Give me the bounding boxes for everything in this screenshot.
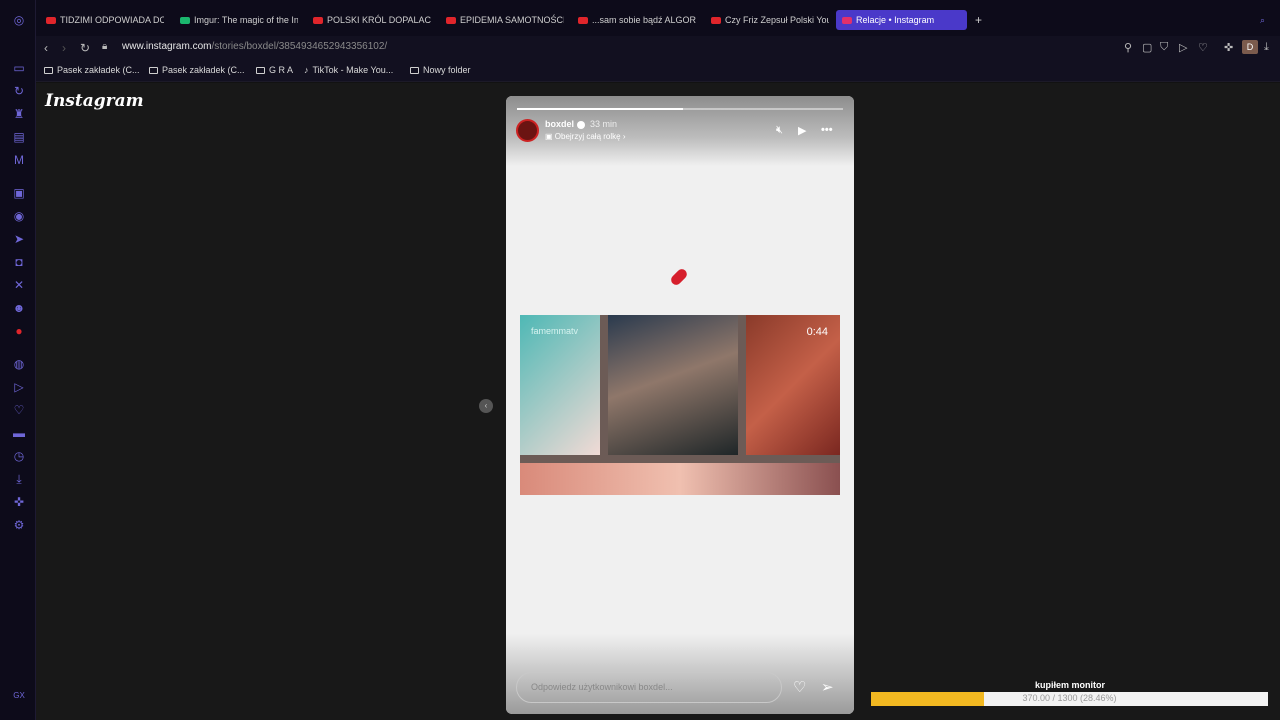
avatar[interactable] (516, 119, 539, 142)
video-duration: 0:44 (806, 326, 828, 338)
extensions-icon[interactable]: ✜ (1224, 41, 1233, 54)
story-username[interactable]: boxdel (545, 119, 586, 129)
reel-icon: ▣ (545, 132, 555, 141)
back-button[interactable]: ‹ (44, 41, 48, 55)
extensions-icon[interactable]: ✜ (12, 495, 26, 509)
app-icon[interactable]: ● (12, 324, 26, 338)
tab-2[interactable]: Imgur: The magic of the In (174, 10, 298, 30)
tab-5[interactable]: ...sam sobie bądź ALGORY (572, 10, 696, 30)
bookmark-2[interactable]: Pasek zakładek (C... (149, 65, 245, 75)
tab-1[interactable]: TIDZIMI ODPOWIADA DOK (40, 10, 164, 30)
games-icon[interactable]: ♜ (12, 107, 26, 121)
previous-story-button[interactable]: ‹ (479, 399, 493, 413)
story-progress-bar (517, 108, 843, 110)
profile-avatar[interactable]: D (1242, 40, 1258, 54)
video-watermark: famemmatv (531, 326, 579, 336)
tab-instagram-active[interactable]: Relacje • Instagram (836, 10, 967, 30)
watch-full-reel-link[interactable]: ▣ Obejrzyj całą rolkę › (545, 132, 625, 141)
instagram-icon (842, 17, 852, 25)
like-icon[interactable]: ♡ (793, 678, 806, 696)
bookmark-1[interactable]: Pasek zakładek (C... (44, 65, 140, 75)
lock-icon: 🔒︎ (102, 41, 108, 52)
instagram-logo[interactable]: Instagram (45, 91, 144, 111)
tab-3[interactable]: POLSKI KRÓL DOPALACZ (307, 10, 431, 30)
tab-6[interactable]: Czy Friz Zepsuł Polski You (705, 10, 829, 30)
send-icon[interactable]: ▷ (12, 380, 26, 394)
bookmark-5[interactable]: Nowy folder (410, 65, 471, 75)
reload-button[interactable]: ↻ (80, 41, 90, 55)
messenger-icon[interactable]: ◉ (12, 209, 26, 223)
refresh-icon[interactable]: ↻ (12, 84, 26, 98)
reply-input[interactable]: Odpowiedz użytkownikowi boxdel... (516, 672, 782, 703)
story-time: 33 min (590, 119, 618, 129)
story-progress-fill (517, 108, 684, 110)
mute-icon[interactable]: 🔇︎ (776, 124, 783, 137)
address-bar: ‹ › ↻ 🔒︎ www.instagram.com/stories/boxde… (36, 36, 1280, 60)
shield-icon[interactable]: ⛉ (1160, 41, 1168, 54)
telegram-icon[interactable]: ➤ (12, 232, 26, 246)
download-icon[interactable]: ⤓ (1264, 41, 1269, 54)
folder-icon (256, 67, 265, 75)
goal-label: kupiłem monitor (1035, 680, 1106, 690)
folder-icon (149, 67, 158, 75)
opera-logo-icon[interactable]: ◎ (12, 13, 26, 27)
folder-icon (410, 67, 419, 75)
download-icon[interactable]: ⤓ (12, 472, 26, 486)
twitch-icon[interactable]: ▣ (12, 186, 26, 200)
reel-video-preview[interactable]: famemmatv 0:44 (520, 315, 840, 495)
play-icon[interactable]: ▷ (1179, 41, 1187, 54)
heart-icon[interactable]: ♡ (12, 403, 26, 417)
x-icon[interactable]: ✕ (12, 278, 26, 292)
bookmark-3[interactable]: G R A (256, 65, 293, 75)
goal-progress-bar: 370.00 / 1300 (28.46%) (871, 692, 1268, 706)
imgur-icon (180, 17, 190, 25)
gx-icon[interactable]: GX (12, 689, 26, 703)
pin-icon[interactable]: ⚲ (1124, 41, 1132, 54)
youtube-icon (313, 17, 323, 25)
bookmark-heart-icon[interactable]: ♡ (1198, 41, 1208, 54)
news-icon[interactable]: ▤ (12, 130, 26, 144)
more-options-icon[interactable]: ••• (821, 124, 833, 136)
share-icon[interactable]: ➢ (821, 678, 834, 696)
new-tab-button[interactable]: + (969, 10, 985, 30)
tab-bar: TIDZIMI ODPOWIADA DOK Imgur: The magic o… (36, 0, 1280, 36)
youtube-icon (446, 17, 456, 25)
search-icon[interactable]: ⌕ (1254, 10, 1270, 30)
tiktok-icon: ♪ (304, 65, 309, 75)
spotify-icon[interactable]: ◍ (12, 357, 26, 371)
page-content: Instagram ‹ boxdel 33 min ▣ Obejrzyj cał… (36, 83, 1280, 720)
browser-sidebar: ◎ ▭ ↻ ♜ ▤ M ▣ ◉ ➤ ◘ ✕ ☻ ● ◍ ▷ ♡ ▬ ◷ ⤓ ✜ … (0, 0, 36, 720)
story-viewer: boxdel 33 min ▣ Obejrzyj całą rolkę › 🔇︎… (506, 96, 854, 714)
goal-progress-text: 370.00 / 1300 (28.46%) (1022, 693, 1117, 703)
history-icon[interactable]: ◷ (12, 449, 26, 463)
controller-icon[interactable]: ▬ (12, 426, 26, 440)
url-field[interactable]: www.instagram.com/stories/boxdel/3854934… (122, 41, 387, 52)
youtube-icon (578, 17, 588, 25)
instagram-icon[interactable]: ◘ (12, 255, 26, 269)
folder-icon (44, 67, 53, 75)
verified-icon (577, 120, 586, 129)
snapshot-icon[interactable]: ▢ (1142, 41, 1152, 54)
tab-4[interactable]: EPIDEMIA SAMOTNOŚCI (440, 10, 564, 30)
youtube-icon (46, 17, 56, 25)
forward-button[interactable]: › (62, 41, 66, 55)
discord-icon[interactable]: ☻ (12, 301, 26, 315)
bookmarks-bar: Pasek zakładek (C... Pasek zakładek (C..… (36, 60, 1280, 82)
settings-icon[interactable]: ⚙ (12, 518, 26, 532)
pill-sticker (669, 267, 689, 287)
youtube-icon (711, 17, 721, 25)
chevron-right-icon: › (620, 132, 626, 141)
play-icon[interactable]: ▶ (798, 124, 806, 137)
bookmark-4[interactable]: ♪ TikTok - Make You... (304, 65, 393, 75)
mail-icon[interactable]: M (12, 153, 26, 167)
wallet-icon[interactable]: ▭ (12, 61, 26, 75)
